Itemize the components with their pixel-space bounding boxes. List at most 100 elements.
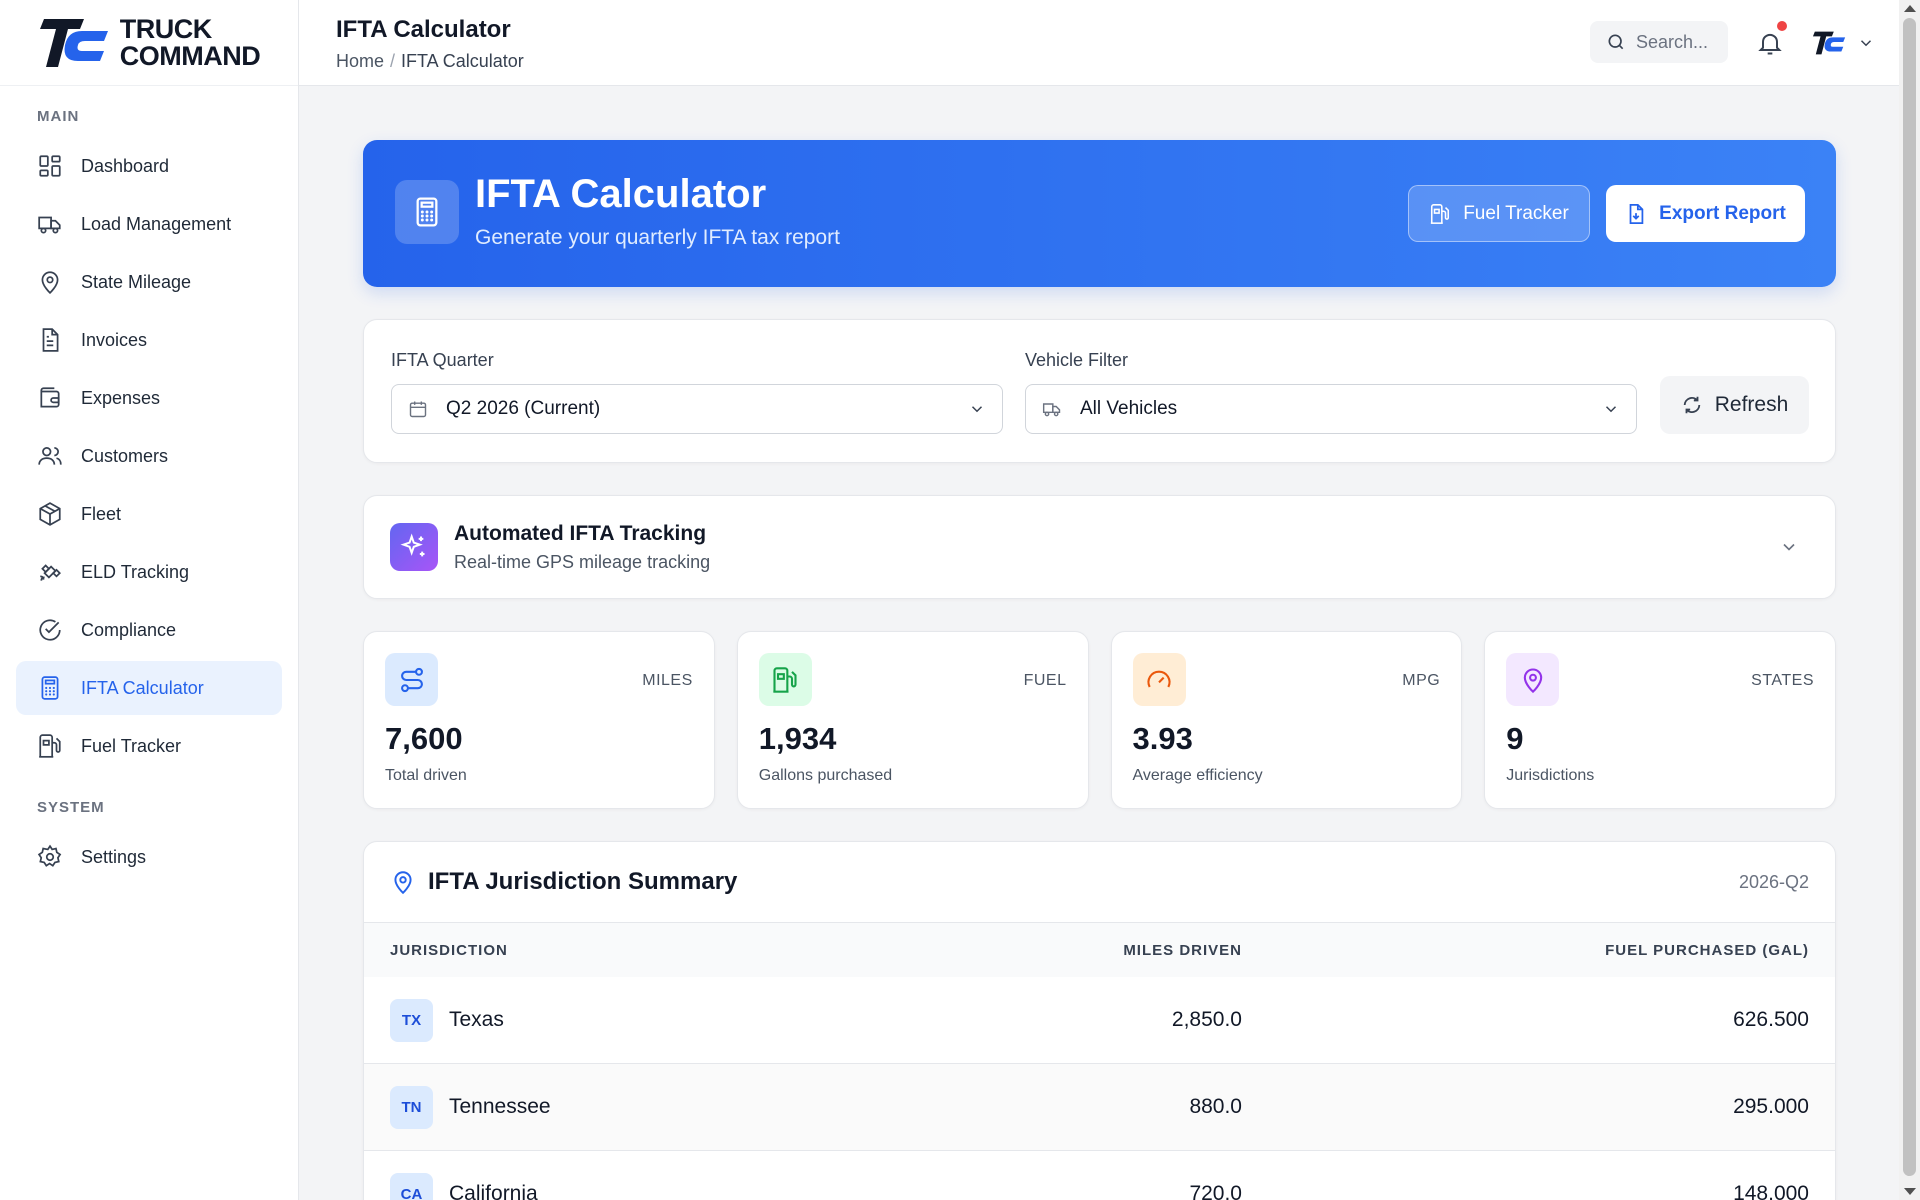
chevron-down-icon[interactable] — [1857, 34, 1875, 52]
sidebar-item-dashboard[interactable]: Dashboard — [16, 139, 282, 193]
sidebar-item-eld-tracking[interactable]: ELD Tracking — [16, 545, 282, 599]
export-report-button[interactable]: Export Report — [1606, 185, 1805, 242]
stat-caption: Jurisdictions — [1506, 767, 1595, 784]
breadcrumb: Home / IFTA Calculator — [336, 51, 524, 72]
package-icon — [39, 502, 61, 526]
sidebar-item-ifta-calculator[interactable]: IFTA Calculator — [16, 661, 282, 715]
table-body: TX Texas 2,850.0 626.500 TN Tennessee 88… — [364, 977, 1835, 1200]
fuel-value: 295.000 — [1733, 1095, 1809, 1118]
sidebar-item-fuel-tracker[interactable]: Fuel Tracker — [16, 719, 282, 773]
fuel-icon — [39, 734, 61, 758]
scroll-up-arrow-icon[interactable] — [1904, 5, 1916, 12]
chevron-down-icon — [971, 406, 983, 413]
truck-icon — [1042, 403, 1061, 417]
main-content: IFTA Calculator Generate your quarterly … — [363, 140, 1836, 1200]
automated-tracking-title: Automated IFTA Tracking — [454, 522, 707, 545]
table-row[interactable]: TN Tennessee 880.0 295.000 — [364, 1064, 1835, 1151]
quarter-select[interactable]: Q2 2026 (Current) — [391, 384, 1003, 434]
sidebar-item-label: Compliance — [81, 619, 177, 640]
notification-dot — [1777, 21, 1787, 31]
sidebar-item-fleet[interactable]: Fleet — [16, 487, 282, 541]
breadcrumb-separator: / — [390, 51, 396, 71]
sidebar-item-label: ELD Tracking — [81, 561, 190, 582]
fuel-value: 148.000 — [1733, 1182, 1809, 1200]
vehicle-select[interactable]: All Vehicles — [1025, 384, 1637, 434]
hero-subtitle: Generate your quarterly IFTA tax report — [475, 226, 840, 249]
column-header-miles[interactable]: MILES DRIVEN — [1123, 942, 1242, 959]
satellite-icon — [40, 564, 61, 581]
wallet-icon — [40, 387, 60, 408]
quarter-label: IFTA Quarter — [391, 350, 494, 370]
column-header-fuel[interactable]: FUEL PURCHASED (GAL) — [1605, 942, 1809, 959]
map-pin-icon — [394, 871, 412, 895]
stat-label: STATES — [1751, 672, 1814, 689]
fuel-value: 626.500 — [1733, 1008, 1809, 1031]
sidebar-item-label: Settings — [81, 846, 147, 867]
stat-caption: Average efficiency — [1132, 767, 1263, 784]
page-scrollbar[interactable] — [1899, 0, 1920, 1200]
top-header: IFTA Calculator Home / IFTA Calculator Sea… — [299, 0, 1899, 86]
miles-value: 880.0 — [1189, 1095, 1242, 1118]
jurisdiction-summary-card: IFTA Jurisdiction Summary 2026-Q2 JURISD… — [363, 841, 1836, 1200]
stat-value: 3.93 — [1132, 721, 1193, 756]
stat-caption: Gallons purchased — [758, 767, 893, 784]
summary-header: IFTA Jurisdiction Summary 2026-Q2 — [364, 842, 1835, 923]
state-name: Tennessee — [449, 1095, 551, 1118]
vehicle-label: Vehicle Filter — [1025, 350, 1129, 370]
chevron-down-icon[interactable] — [1779, 537, 1799, 557]
fuel-icon — [1431, 203, 1450, 224]
main-section-label: MAIN — [37, 108, 80, 125]
search-placeholder: Search... — [1636, 31, 1709, 52]
sidebar-item-load-management[interactable]: Load Management — [16, 197, 282, 251]
export-report-label: Export Report — [1659, 202, 1786, 224]
system-section-label: SYSTEM — [37, 799, 105, 816]
calculator-icon — [395, 180, 459, 244]
state-name: California — [449, 1182, 538, 1200]
miles-value: 720.0 — [1189, 1182, 1242, 1200]
sidebar-item-compliance[interactable]: Compliance — [16, 603, 282, 657]
hero-banner: IFTA Calculator Generate your quarterly … — [363, 140, 1836, 287]
quarter-value: Q2 2026 (Current) — [446, 398, 601, 419]
summary-title: IFTA Jurisdiction Summary — [428, 868, 738, 895]
fuel-tracker-button[interactable]: Fuel Tracker — [1408, 185, 1590, 242]
refresh-button[interactable]: Refresh — [1660, 376, 1809, 434]
search-box[interactable]: Search... — [1590, 21, 1728, 63]
sidebar-item-label: Invoices — [81, 329, 148, 350]
fuel-tracker-label: Fuel Tracker — [1463, 202, 1569, 224]
sidebar-item-invoices[interactable]: Invoices — [16, 313, 282, 367]
search-icon — [1608, 34, 1624, 50]
users-icon — [38, 447, 62, 465]
table-row[interactable]: CA California 720.0 148.000 — [364, 1151, 1835, 1200]
automated-tracking-subtitle: Real-time GPS mileage tracking — [454, 552, 711, 572]
table-header: JURISDICTION MILES DRIVEN FUEL PURCHASED… — [364, 923, 1835, 977]
column-header-jurisdiction[interactable]: JURISDICTION — [390, 942, 508, 959]
summary-period: 2026-Q2 — [1738, 872, 1809, 892]
breadcrumb-home[interactable]: Home — [336, 51, 384, 71]
scrollbar-thumb[interactable] — [1903, 18, 1916, 1176]
file-download-icon — [1629, 203, 1644, 224]
truck-command-logo-icon — [39, 18, 108, 67]
sidebar-item-customers[interactable]: Customers — [16, 429, 282, 483]
stat-label: MILES — [642, 672, 693, 689]
avatar[interactable] — [1812, 26, 1848, 60]
table-row[interactable]: TX Texas 2,850.0 626.500 — [364, 977, 1835, 1064]
sidebar-item-label: Fuel Tracker — [81, 735, 182, 756]
stat-value: 9 — [1506, 721, 1524, 756]
file-icon — [42, 328, 59, 352]
sidebar-item-expenses[interactable]: Expenses — [16, 371, 282, 425]
map-pin-icon — [1506, 653, 1560, 706]
page-title: IFTA Calculator — [336, 16, 511, 43]
scroll-down-arrow-icon[interactable] — [1904, 1188, 1916, 1195]
bell-icon[interactable] — [1756, 29, 1784, 57]
sidebar-item-settings[interactable]: Settings — [16, 830, 282, 884]
automated-tracking-panel[interactable]: Automated IFTA Tracking Real-time GPS mi… — [363, 495, 1836, 599]
gear-icon — [37, 844, 62, 867]
stat-label: FUEL — [1023, 672, 1067, 689]
logo[interactable]: TRUCK COMMAND — [0, 0, 298, 86]
refresh-icon — [1683, 396, 1700, 414]
sidebar-item-label: Expenses — [81, 387, 161, 408]
check-circle-icon — [39, 619, 61, 641]
stat-value: 7,600 — [385, 721, 463, 756]
sidebar-item-state-mileage[interactable]: State Mileage — [16, 255, 282, 309]
miles-value: 2,850.0 — [1171, 1008, 1242, 1031]
